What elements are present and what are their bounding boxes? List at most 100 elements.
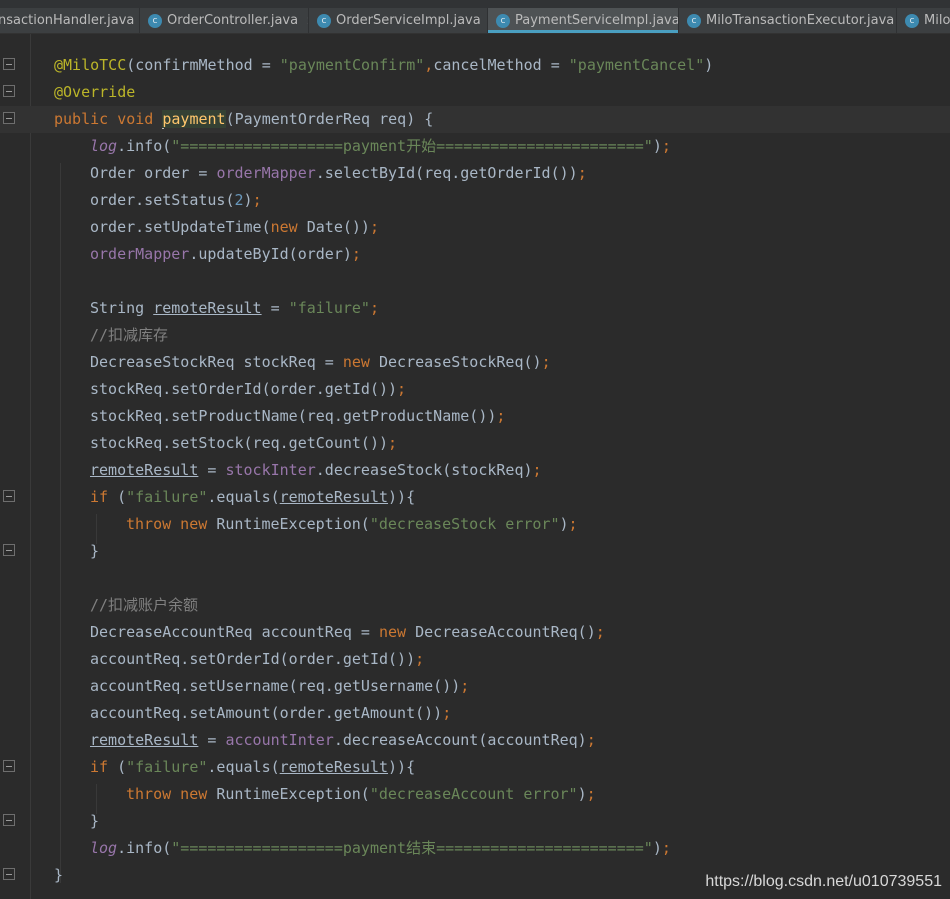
code-token: throw new: [126, 785, 217, 803]
code-line[interactable]: orderMapper.updateById(order);: [0, 241, 950, 268]
code-token: }: [90, 542, 100, 560]
code-token: ;: [415, 650, 425, 668]
code-token: log: [90, 839, 118, 857]
code-token: ;: [595, 623, 605, 641]
code-token: RuntimeException(: [216, 515, 370, 533]
code-token: {: [406, 758, 416, 776]
tab-orderserviceimpl-java[interactable]: cOrderServiceImpl.java✕: [309, 8, 488, 33]
fold-toggle-icon[interactable]: [3, 814, 15, 826]
code-line[interactable]: [0, 268, 950, 295]
tab-paymentserviceimpl-java[interactable]: cPaymentServiceImpl.java✕: [488, 8, 679, 33]
code-token: ;: [586, 785, 596, 803]
tab-label: OrderServiceImpl.java: [336, 13, 481, 28]
tab-ordercontroller-java[interactable]: cOrderController.java✕: [140, 8, 309, 33]
code-line[interactable]: order.setUpdateTime(new Date());: [0, 214, 950, 241]
code-token: ): [559, 515, 569, 533]
code-token: RuntimeException(: [216, 785, 370, 803]
code-token: stockReq.setProductName(req.getProductNa…: [90, 407, 497, 425]
code-token: accountReq.setAmount(order.getAmount()): [90, 704, 443, 722]
class-icon: c: [496, 13, 510, 28]
code-token: "==================payment结束============…: [171, 839, 653, 857]
code-line[interactable]: DecreaseAccountReq accountReq = new Decr…: [0, 619, 950, 646]
code-token: @MiloTCC: [54, 56, 127, 74]
code-line[interactable]: }: [0, 808, 950, 835]
code-token: =: [261, 299, 289, 317]
code-token: (: [117, 488, 127, 506]
code-text: @Override: [54, 79, 135, 106]
code-line[interactable]: accountReq.setUsername(req.getUsername()…: [0, 673, 950, 700]
code-line[interactable]: throw new RuntimeException("decreaseAcco…: [0, 781, 950, 808]
fold-toggle-icon[interactable]: [3, 490, 15, 502]
code-text: if ("failure".equals(remoteResult)){: [90, 484, 415, 511]
code-token: .equals(: [207, 488, 280, 506]
tab-nsactionhandler-java[interactable]: nsactionHandler.java✕: [0, 8, 140, 33]
code-text: order.setStatus(2);: [90, 187, 262, 214]
code-editor[interactable]: @MiloTCC(confirmMethod = "paymentConfirm…: [0, 34, 950, 899]
code-token: ;: [568, 515, 578, 533]
code-token: ;: [496, 407, 506, 425]
code-line[interactable]: }: [0, 538, 950, 565]
code-token: "==================payment开始============…: [171, 137, 653, 155]
code-text: log.info("==================payment开始===…: [90, 133, 671, 160]
code-token: accountInter: [225, 731, 334, 749]
code-token: ;: [586, 731, 596, 749]
code-line[interactable]: order.setStatus(2);: [0, 187, 950, 214]
code-token: ): [704, 56, 714, 74]
tab-milotransactionexecutor-java[interactable]: cMiloTransactionExecutor.java✕: [679, 8, 897, 33]
code-token: ): [652, 839, 662, 857]
code-token: @Override: [54, 83, 136, 101]
code-token: "failure": [126, 488, 208, 506]
fold-toggle-icon[interactable]: [3, 544, 15, 556]
code-line[interactable]: remoteResult = stockInter.decreaseStock(…: [0, 457, 950, 484]
code-line[interactable]: if ("failure".equals(remoteResult)){: [0, 754, 950, 781]
fold-toggle-icon[interactable]: [3, 58, 15, 70]
code-line[interactable]: @MiloTCC(confirmMethod = "paymentConfirm…: [0, 52, 950, 79]
code-text: log.info("==================payment结束===…: [90, 835, 671, 862]
code-token: ;: [460, 677, 470, 695]
code-token: .selectById(req.getOrderId()): [315, 164, 578, 182]
code-text: order.setUpdateTime(new Date());: [90, 214, 379, 241]
code-line[interactable]: accountReq.setOrderId(order.getId());: [0, 646, 950, 673]
code-text: orderMapper.updateById(order);: [90, 241, 361, 268]
fold-toggle-icon[interactable]: [3, 760, 15, 772]
code-line[interactable]: throw new RuntimeException("decreaseStoc…: [0, 511, 950, 538]
code-token: ;: [252, 191, 262, 209]
code-text: DecreaseStockReq stockReq = new Decrease…: [90, 349, 551, 376]
code-line[interactable]: @Override: [0, 79, 950, 106]
code-token: .equals(: [207, 758, 280, 776]
code-text: //扣减库存: [90, 322, 168, 349]
code-token: //扣减账户余额: [90, 596, 199, 614]
code-text: stockReq.setStock(req.getCount());: [90, 430, 397, 457]
code-line[interactable]: stockReq.setOrderId(order.getId());: [0, 376, 950, 403]
code-line[interactable]: if ("failure".equals(remoteResult)){: [0, 484, 950, 511]
code-text: throw new RuntimeException("decreaseAcco…: [126, 781, 596, 808]
code-token: "decreaseStock error": [369, 515, 560, 533]
code-token: if: [90, 488, 118, 506]
code-line[interactable]: accountReq.setAmount(order.getAmount());: [0, 700, 950, 727]
code-token: String: [90, 299, 154, 317]
code-token: //扣减库存: [90, 326, 169, 344]
code-line[interactable]: stockReq.setProductName(req.getProductNa…: [0, 403, 950, 430]
fold-toggle-icon[interactable]: [3, 85, 15, 97]
tab-milo[interactable]: c Milo: [897, 8, 950, 33]
code-token: =: [198, 461, 226, 479]
code-line[interactable]: Order order = orderMapper.selectById(req…: [0, 160, 950, 187]
code-token: .decreaseAccount(accountReq): [333, 731, 587, 749]
code-line[interactable]: log.info("==================payment开始===…: [0, 133, 950, 160]
fold-toggle-icon[interactable]: [3, 112, 15, 124]
code-text: DecreaseAccountReq accountReq = new Decr…: [90, 619, 605, 646]
code-line[interactable]: DecreaseStockReq stockReq = new Decrease…: [0, 349, 950, 376]
code-line[interactable]: //扣减账户余额: [0, 592, 950, 619]
code-line[interactable]: String remoteResult = "failure";: [0, 295, 950, 322]
code-line[interactable]: [0, 565, 950, 592]
code-line[interactable]: public void payment(PaymentOrderReq req)…: [0, 106, 950, 133]
code-line[interactable]: //扣减库存: [0, 322, 950, 349]
fold-toggle-icon[interactable]: [3, 868, 15, 880]
code-line[interactable]: remoteResult = accountInter.decreaseAcco…: [0, 727, 950, 754]
code-token: .updateById(order): [189, 245, 352, 263]
code-token: remoteResult: [90, 731, 199, 749]
code-text: remoteResult = stockInter.decreaseStock(…: [90, 457, 542, 484]
code-line[interactable]: stockReq.setStock(req.getCount());: [0, 430, 950, 457]
code-line[interactable]: log.info("==================payment结束===…: [0, 835, 950, 862]
code-token: remoteResult: [153, 299, 262, 317]
